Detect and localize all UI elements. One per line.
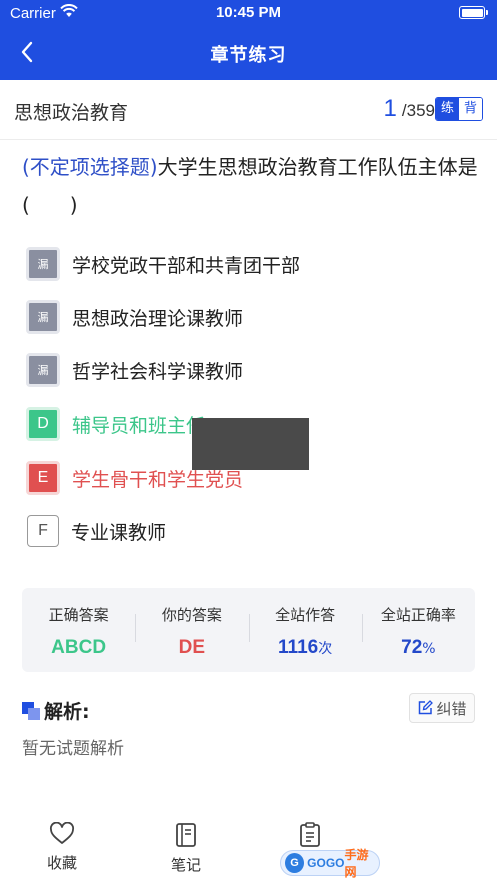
battery-icon <box>459 6 488 19</box>
watermark-brand-suffix: 手游网 <box>344 848 369 879</box>
option-badge: F <box>27 515 59 547</box>
option-badge-wrong: E <box>26 461 60 495</box>
option-label: 思想政治理论课教师 <box>72 307 244 330</box>
site-attempts-stat: 全站作答 1116次 <box>248 588 362 672</box>
answer-sheet-button[interactable] <box>275 822 345 848</box>
attempts-unit: 次 <box>318 641 333 657</box>
answer-stats-card: 正确答案 ABCD 你的答案 DE 全站作答 1116次 全站正确率 72% <box>22 588 475 672</box>
notebook-icon <box>176 823 196 847</box>
subject-name: 思想政治教育 <box>14 102 129 124</box>
option-badge-missed: 漏 <box>26 353 60 387</box>
analysis-icon <box>22 701 40 720</box>
current-question-number: 1 <box>383 95 397 122</box>
status-bar: Carrier 10:45 PM <box>0 0 497 26</box>
watermark-logo: G GOGO 手游网 <box>280 848 380 879</box>
option-d[interactable]: D 辅导员和班主任 <box>26 404 205 444</box>
heart-icon <box>50 822 74 844</box>
watermark-badge-icon: G <box>285 853 305 873</box>
option-label: 学校党政干部和共青团干部 <box>72 254 301 277</box>
practice-mode-tab[interactable]: 练 <box>436 98 459 120</box>
option-b[interactable]: 漏 思想政治理论课教师 <box>26 297 243 337</box>
accuracy-unit: % <box>422 641 436 657</box>
report-error-label: 纠错 <box>436 699 467 718</box>
status-time: 10:45 PM <box>215 4 282 21</box>
attempts-number: 1116 <box>278 637 319 658</box>
total-questions: /359 <box>401 101 435 120</box>
watermark-brand: GOGO <box>307 856 345 870</box>
option-label: 专业课教师 <box>71 521 167 544</box>
stat-label: 你的答案 <box>161 606 222 624</box>
your-answer-value: DE <box>178 637 206 658</box>
stat-label: 正确答案 <box>48 606 109 624</box>
question-counter: 1 /359 <box>383 95 435 123</box>
report-error-button[interactable]: 纠错 <box>409 693 475 723</box>
favorite-label: 收藏 <box>46 854 77 872</box>
option-badge-correct: D <box>26 407 60 441</box>
analysis-header: 解析: <box>22 697 90 724</box>
notes-button[interactable]: 笔记 <box>151 822 221 875</box>
option-badge-missed: 漏 <box>26 247 60 281</box>
option-label: 辅导员和班主任 <box>72 414 206 437</box>
mode-toggle[interactable]: 练 背 <box>435 97 483 121</box>
correct-answer-stat: 正确答案 ABCD <box>22 588 135 672</box>
correct-answer-value: ABCD <box>51 637 107 658</box>
option-c[interactable]: 漏 哲学社会科学课教师 <box>26 350 243 390</box>
clipboard-icon <box>300 822 320 847</box>
site-accuracy-stat: 全站正确率 72% <box>361 588 475 672</box>
redaction-block <box>192 418 309 470</box>
accuracy-number: 72 <box>401 637 423 658</box>
question-text: (不定项选择题)大学生思想政治教育工作队伍主体是( ) <box>22 148 482 224</box>
site-accuracy-value: 72% <box>362 637 475 659</box>
stat-label: 全站正确率 <box>380 606 456 624</box>
your-answer-stat: 你的答案 DE <box>135 588 248 672</box>
stat-label: 全站作答 <box>275 606 336 624</box>
page-title: 章节练习 <box>210 45 287 66</box>
option-a[interactable]: 漏 学校党政干部和共青团干部 <box>26 244 300 284</box>
subject-row: 思想政治教育 1 /359 <box>0 80 497 140</box>
analysis-title: 解析: <box>44 701 90 723</box>
notes-label: 笔记 <box>170 856 201 874</box>
memorize-mode-tab[interactable]: 背 <box>459 98 482 120</box>
option-f[interactable]: F 专业课教师 <box>26 511 166 551</box>
option-badge-missed: 漏 <box>26 300 60 334</box>
option-label: 哲学社会科学课教师 <box>72 360 244 383</box>
app-header: Carrier 10:45 PM 章节练习 <box>0 0 497 80</box>
site-attempts-value: 1116次 <box>249 637 362 659</box>
question-type: (不定项选择题) <box>22 155 158 179</box>
analysis-body: 暂无试题解析 <box>22 739 124 759</box>
edit-icon <box>419 700 434 715</box>
favorite-button[interactable]: 收藏 <box>27 822 97 873</box>
bottom-toolbar: 收藏 笔记 <box>0 808 497 883</box>
